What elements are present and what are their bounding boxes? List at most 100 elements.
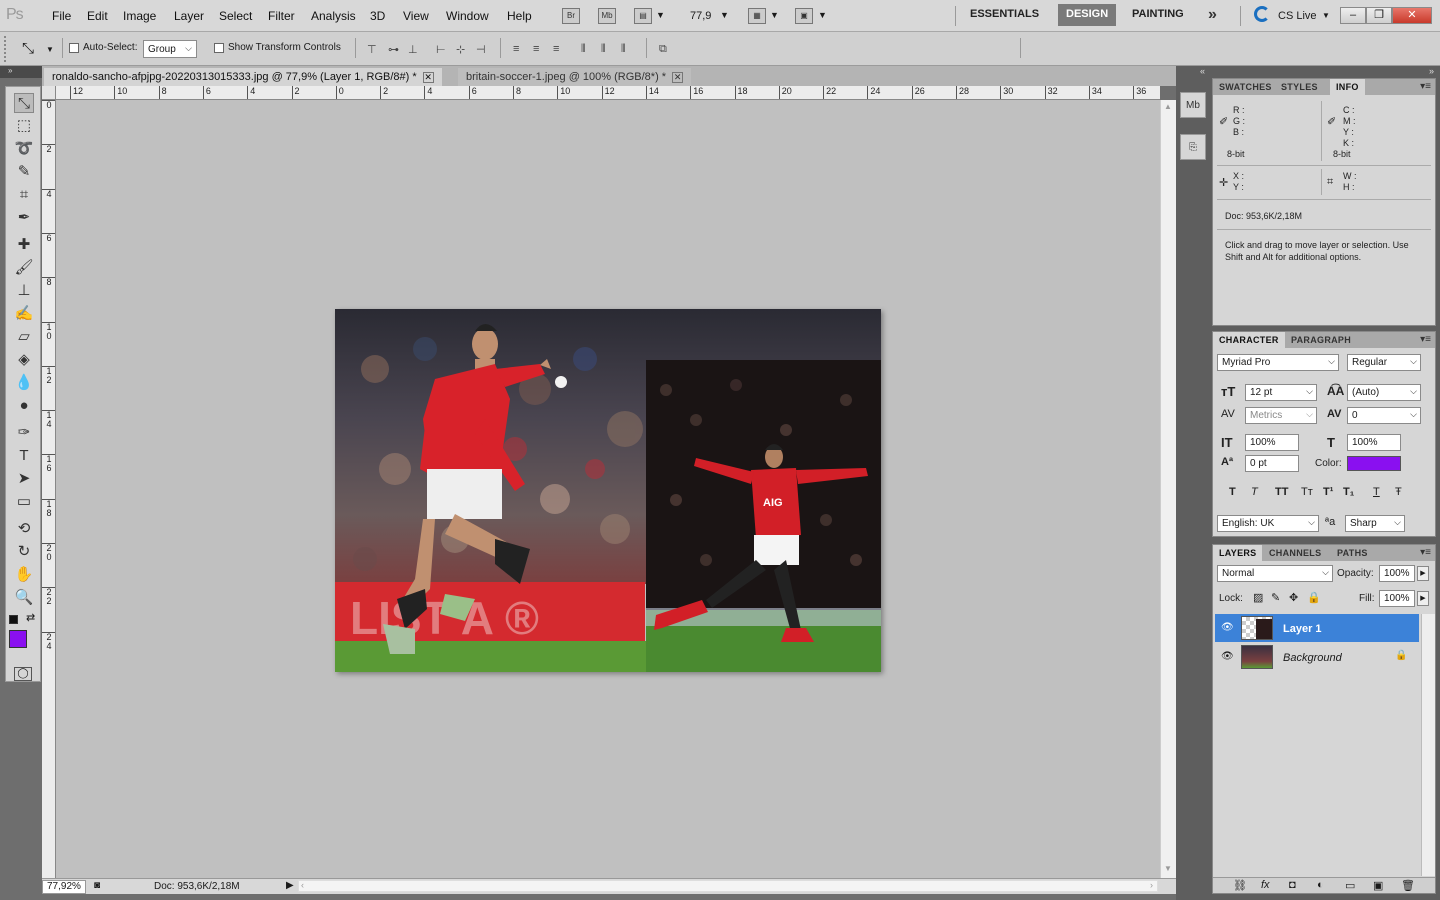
- move-tool-icon[interactable]: ⤡: [14, 93, 34, 113]
- menu-help[interactable]: Help: [507, 9, 532, 23]
- zoom-tool-icon[interactable]: 🔍: [14, 588, 34, 608]
- minimize-button[interactable]: –: [1340, 7, 1366, 24]
- pen-tool-icon[interactable]: ✑: [14, 423, 34, 443]
- scroll-down-icon[interactable]: ▼: [1164, 864, 1172, 873]
- opacity-slider-button[interactable]: ▶: [1417, 566, 1429, 581]
- paint-bucket-tool-icon[interactable]: ◈: [14, 350, 34, 370]
- distribute-bottom-icon[interactable]: ≡: [553, 43, 567, 55]
- underline-button[interactable]: T: [1373, 486, 1380, 498]
- zoom-field[interactable]: 77,92%: [42, 880, 86, 894]
- menu-view[interactable]: View: [403, 9, 429, 23]
- opacity-field[interactable]: 100%: [1379, 565, 1415, 582]
- quick-mask-icon[interactable]: ◯: [14, 667, 32, 681]
- scroll-left-icon[interactable]: ‹: [301, 880, 304, 890]
- horizontal-scrollbar[interactable]: ‹ ›: [298, 880, 1158, 892]
- path-selection-tool-icon[interactable]: ➤: [14, 469, 34, 489]
- align-right-icon[interactable]: ⊣: [476, 43, 490, 56]
- arrange-documents-icon[interactable]: ▦: [748, 8, 766, 24]
- align-hcenter-icon[interactable]: ⊹: [456, 43, 470, 56]
- brush-tool-icon[interactable]: 🖌: [14, 258, 34, 278]
- status-camera-icon[interactable]: ◙: [94, 880, 100, 891]
- zoom-level[interactable]: 77,9: [690, 10, 711, 22]
- menu-filter[interactable]: Filter: [268, 9, 295, 23]
- expand-icon[interactable]: »: [1429, 66, 1434, 76]
- distribute-left-icon[interactable]: ⫴: [581, 43, 595, 55]
- chevron-down-icon[interactable]: ▼: [770, 10, 779, 20]
- fill-field[interactable]: 100%: [1379, 590, 1415, 607]
- font-family-dropdown[interactable]: Myriad Pro ⌵: [1217, 354, 1339, 371]
- show-transform-checkbox[interactable]: [214, 43, 224, 53]
- quick-selection-tool-icon[interactable]: ✎: [14, 162, 34, 182]
- chevron-down-icon[interactable]: ▼: [1322, 11, 1330, 20]
- adjustment-layer-icon[interactable]: ◐: [1317, 879, 1324, 891]
- distribute-vcenter-icon[interactable]: ≡: [533, 43, 547, 55]
- subscript-button[interactable]: T₁: [1343, 486, 1354, 498]
- status-menu-arrow-icon[interactable]: ▶: [286, 880, 294, 891]
- align-top-icon[interactable]: ⊤: [367, 43, 381, 56]
- auto-align-icon[interactable]: ⧉: [659, 43, 673, 55]
- clone-stamp-tool-icon[interactable]: ⊥: [14, 281, 34, 301]
- anti-alias-dropdown[interactable]: Sharp ⌵: [1345, 515, 1405, 532]
- text-color-swatch[interactable]: [1347, 456, 1401, 471]
- tab-channels[interactable]: CHANNELS: [1263, 545, 1327, 561]
- rectangle-tool-icon[interactable]: ▭: [14, 492, 34, 512]
- menu-edit[interactable]: Edit: [87, 9, 108, 23]
- menu-analysis[interactable]: Analysis: [311, 9, 356, 23]
- tab-swatches[interactable]: SWATCHES: [1213, 79, 1278, 95]
- lasso-tool-icon[interactable]: ➰: [14, 139, 34, 159]
- tracking-field[interactable]: 0 ⌵: [1347, 407, 1421, 424]
- workspace-design[interactable]: DESIGN: [1058, 4, 1117, 26]
- dodge-tool-icon[interactable]: ●: [14, 396, 34, 416]
- faux-italic-button[interactable]: T: [1251, 486, 1258, 498]
- menu-image[interactable]: Image: [123, 9, 156, 23]
- crop-tool-icon[interactable]: ⌗: [14, 185, 34, 205]
- restore-button[interactable]: ❐: [1366, 7, 1392, 24]
- vertical-scrollbar[interactable]: ▲ ▼: [1160, 100, 1176, 878]
- tab-britain-soccer[interactable]: britain-soccer-1.jpeg @ 100% (RGB/8*) * ✕: [458, 68, 692, 86]
- horizontal-scale-field[interactable]: 100%: [1347, 434, 1401, 451]
- scroll-right-icon[interactable]: ›: [1150, 880, 1153, 890]
- auto-select-checkbox[interactable]: [69, 43, 79, 53]
- lock-all-icon[interactable]: 🔒: [1307, 591, 1321, 604]
- tools-panel-header[interactable]: »: [0, 66, 42, 78]
- add-mask-icon[interactable]: ◘: [1289, 879, 1296, 891]
- layer-1-image-ronaldo-arms-out[interactable]: AIG: [646, 360, 881, 672]
- tab-ronaldo-sancho[interactable]: ronaldo-sancho-afpjpg-20220313015333.jpg…: [44, 68, 442, 86]
- eraser-tool-icon[interactable]: ▱: [14, 327, 34, 347]
- marquee-tool-icon[interactable]: ⬚: [14, 116, 34, 136]
- blend-mode-dropdown[interactable]: Normal ⌵: [1217, 565, 1333, 582]
- tab-layers[interactable]: LAYERS: [1213, 545, 1263, 561]
- tab-styles[interactable]: STYLES: [1275, 79, 1324, 95]
- close-tab-icon[interactable]: ✕: [422, 72, 434, 83]
- menu-file[interactable]: File: [52, 9, 71, 23]
- panel-menu-icon[interactable]: ▾≡: [1420, 547, 1431, 558]
- faux-bold-button[interactable]: T: [1229, 486, 1236, 498]
- menu-select[interactable]: Select: [219, 9, 252, 23]
- type-tool-icon[interactable]: T: [14, 446, 34, 466]
- distribute-hcenter-icon[interactable]: ⫴: [601, 43, 615, 55]
- chevron-down-icon[interactable]: ▼: [720, 10, 729, 20]
- layers-scrollbar[interactable]: [1421, 614, 1435, 876]
- all-caps-button[interactable]: TT: [1275, 486, 1288, 498]
- panel-menu-icon[interactable]: ▾≡: [1420, 81, 1431, 92]
- lock-image-icon[interactable]: ✎: [1271, 591, 1280, 604]
- new-group-icon[interactable]: ▭: [1345, 879, 1355, 892]
- workspace-essentials[interactable]: ESSENTIALS: [962, 4, 1047, 26]
- history-panel-icon[interactable]: ⎘: [1180, 134, 1206, 160]
- lock-position-icon[interactable]: ✥: [1289, 591, 1298, 604]
- tab-character[interactable]: CHARACTER: [1213, 332, 1285, 348]
- align-bottom-icon[interactable]: ⊥: [408, 43, 422, 56]
- font-size-field[interactable]: 12 pt ⌵: [1245, 384, 1317, 401]
- close-tab-icon[interactable]: ✕: [672, 72, 684, 83]
- tab-paragraph[interactable]: PARAGRAPH: [1285, 332, 1357, 348]
- lock-transparent-icon[interactable]: ▨: [1253, 591, 1263, 604]
- chevron-down-icon[interactable]: ▼: [46, 45, 54, 54]
- tab-info[interactable]: INFO: [1330, 79, 1365, 95]
- visibility-eye-icon[interactable]: 👁: [1221, 651, 1234, 662]
- distribute-top-icon[interactable]: ≡: [513, 43, 527, 55]
- close-button[interactable]: ✕: [1392, 7, 1432, 24]
- history-brush-tool-icon[interactable]: ✍: [14, 304, 34, 324]
- 3d-orbit-tool-icon[interactable]: ↻: [14, 542, 34, 562]
- vertical-scale-field[interactable]: 100%: [1245, 434, 1299, 451]
- healing-brush-tool-icon[interactable]: ✚: [14, 235, 34, 255]
